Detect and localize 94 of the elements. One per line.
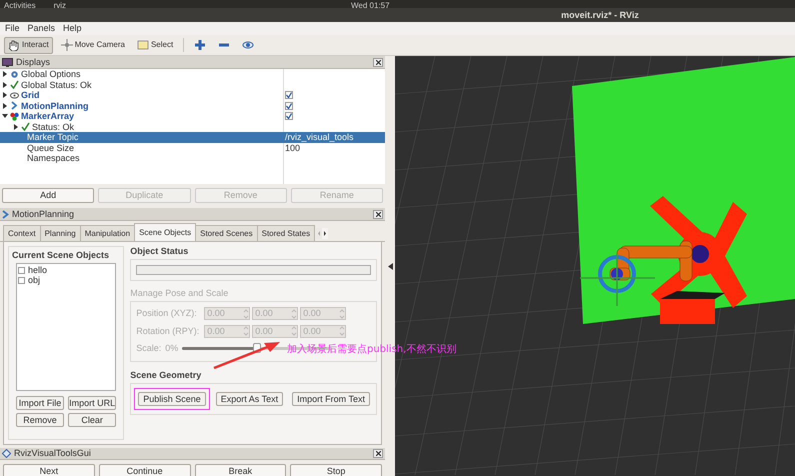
scene-object-button[interactable]: Import URL xyxy=(68,396,116,410)
tree-row[interactable]: MotionPlanning xyxy=(0,100,385,111)
spinner-arrows-icon xyxy=(291,325,298,338)
section-title: Manage Pose and Scale xyxy=(130,288,230,299)
tree-label: MarkerArray xyxy=(21,111,74,122)
section-title: Current Scene Objects xyxy=(12,250,110,261)
plus-icon xyxy=(194,39,206,51)
tree-label: MotionPlanning xyxy=(21,100,88,111)
tab[interactable]: Stored Scenes xyxy=(195,225,258,241)
window-title: moveit.rviz* - RViz xyxy=(561,10,639,20)
clock-label: Wed 01:57 xyxy=(351,2,390,8)
section-title: Scene Geometry xyxy=(130,370,202,380)
checkmark-icon xyxy=(21,122,30,132)
checkbox[interactable] xyxy=(18,266,25,274)
section-title: Object Status xyxy=(130,246,190,257)
annotation-arrow-icon xyxy=(212,340,282,370)
slider-min-label: 0% xyxy=(165,342,178,355)
tree-row[interactable]: Namespaces xyxy=(0,153,385,164)
spinner-arrows-icon xyxy=(243,308,250,320)
tree-label: Queue Size xyxy=(27,142,74,153)
tool-button[interactable]: Move Camera xyxy=(56,36,129,54)
property-value: /rviz_visual_tools xyxy=(285,132,354,142)
spinner-arrows-icon xyxy=(243,325,250,338)
tree-row[interactable]: Queue Size 100 xyxy=(0,142,385,153)
tab[interactable]: Stored States xyxy=(256,225,316,241)
checkbox[interactable] xyxy=(18,276,25,284)
scene-object-button[interactable]: Import File xyxy=(16,396,64,410)
tree-row[interactable]: Marker Topic /rviz_visual_tools xyxy=(0,132,385,142)
scene-object-button[interactable]: Clear xyxy=(68,413,116,427)
crosshair-icon xyxy=(60,39,73,51)
checkbox[interactable] xyxy=(285,112,293,120)
panel-title: MotionPlanning xyxy=(12,208,76,220)
tab[interactable]: Planning xyxy=(40,225,81,241)
display-button[interactable]: Add xyxy=(2,188,94,202)
close-icon xyxy=(376,60,380,64)
gui-button[interactable]: Stop xyxy=(290,464,382,476)
spinner-arrows-icon xyxy=(291,308,298,320)
close-icon xyxy=(376,451,380,456)
tree-label: Global Status: Ok xyxy=(21,80,92,90)
menu-item[interactable]: Panels xyxy=(26,23,56,34)
tree-label: Namespaces xyxy=(27,153,80,164)
tree-row[interactable]: Global Options xyxy=(0,69,385,80)
gui-button[interactable]: Continue xyxy=(98,464,190,476)
tab[interactable]: Context xyxy=(3,225,41,241)
field-label: Rotation (RPY): xyxy=(136,324,200,338)
activities-label[interactable]: Activities xyxy=(4,2,36,8)
gui-button[interactable]: Break xyxy=(194,464,286,476)
eye-icon xyxy=(10,90,19,100)
diamond-icon xyxy=(2,449,11,458)
scroll-right-icon xyxy=(322,228,328,239)
scene-geometry-button[interactable]: Import From Text xyxy=(292,392,370,406)
checkbox[interactable] xyxy=(285,102,293,110)
tree-label: Global Options xyxy=(21,69,81,80)
spinner-arrows-icon xyxy=(339,308,346,320)
tree-label: Status: Ok xyxy=(32,122,74,132)
object-label: hello xyxy=(28,265,48,275)
tree-row[interactable]: Global Status: Ok xyxy=(0,80,385,90)
tree-row[interactable]: MarkerArray xyxy=(0,111,385,122)
splitter-arrow-icon xyxy=(388,262,392,270)
tree-row[interactable]: Status: Ok xyxy=(0,122,385,132)
property-value: 100 xyxy=(285,142,300,153)
eye-icon xyxy=(242,39,254,51)
close-button[interactable] xyxy=(373,210,383,218)
object-label: obj xyxy=(28,275,40,285)
field-label: Position (XYZ): xyxy=(136,307,198,320)
tab[interactable]: Scene Objects xyxy=(134,223,196,241)
close-button[interactable] xyxy=(373,449,383,458)
scene-object-button[interactable]: Remove xyxy=(16,413,64,427)
close-icon xyxy=(376,212,380,216)
gui-button[interactable]: Next xyxy=(3,464,95,476)
scene-geometry-button[interactable]: Export As Text xyxy=(216,392,284,406)
panel-title: RvizVisualToolsGui xyxy=(14,448,92,459)
scene-geometry-button[interactable]: Publish Scene xyxy=(138,392,206,406)
checkbox[interactable] xyxy=(285,91,293,100)
monitor-icon xyxy=(2,58,13,66)
tree-label: Marker Topic xyxy=(27,132,78,142)
chevron-icon xyxy=(10,101,19,110)
spinner-arrows-icon xyxy=(339,325,346,338)
panel-title: Displays xyxy=(16,56,52,68)
menu-item[interactable]: Help xyxy=(62,23,83,34)
checkmark-icon xyxy=(10,80,19,90)
colored-dots-icon xyxy=(10,112,19,121)
menu-item[interactable]: File xyxy=(4,23,21,34)
tool-button[interactable]: Select xyxy=(132,36,178,54)
close-button[interactable] xyxy=(373,58,383,66)
tool-button[interactable]: Interact xyxy=(4,36,53,54)
field-label: Scale: xyxy=(136,342,162,355)
square-icon xyxy=(136,39,149,51)
tab[interactable]: Manipulation xyxy=(80,225,136,241)
tree-row[interactable]: Grid xyxy=(0,90,385,100)
tree-label: Grid xyxy=(21,90,40,100)
hand-icon xyxy=(8,39,20,51)
app-menu-label[interactable]: rviz xyxy=(54,2,66,8)
chevron-icon xyxy=(2,210,9,218)
